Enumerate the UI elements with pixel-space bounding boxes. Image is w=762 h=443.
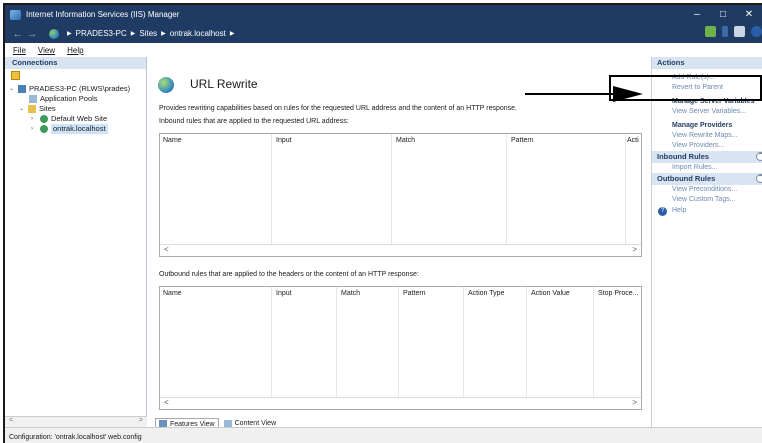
menu-help[interactable]: Help (67, 46, 83, 55)
help-icon[interactable] (751, 26, 762, 37)
actions-panel: Actions Add Rule(s)... Revert to Parent … (651, 57, 762, 427)
outbound-grid-header: Name Input Match Pattern Action Type Act… (160, 287, 641, 301)
breadcrumb-site[interactable]: ontrak.localhost (170, 29, 226, 38)
column-header[interactable]: Name (163, 290, 182, 297)
column-header[interactable]: Input (276, 137, 292, 144)
outbound-rules-label: Outbound rules that are applied to the h… (159, 271, 419, 278)
inbound-hscroll[interactable]: < > (160, 244, 641, 256)
server-icon (18, 85, 26, 93)
tree-label-ontrak: ontrak.localhost (51, 124, 108, 134)
scroll-right-icon[interactable]: > (632, 398, 637, 407)
page-description: Provides rewriting capabilities based on… (159, 105, 517, 112)
iis-manager-window: Internet Information Services (IIS) Mana… (3, 3, 762, 443)
page-title: URL Rewrite (190, 77, 258, 91)
menu-file[interactable]: File (13, 46, 26, 55)
window-title: Internet Information Services (IIS) Mana… (26, 10, 180, 19)
inbound-rules-grid[interactable]: Name Input Match Pattern Acti < > (159, 133, 642, 257)
refresh-icon[interactable] (705, 26, 716, 37)
column-header[interactable]: Match (396, 137, 415, 144)
chevron-down-icon[interactable]: ⌄ (9, 84, 14, 94)
chevron-right-icon: ▶ (67, 31, 72, 37)
app-pool-icon (29, 95, 37, 103)
stop-icon[interactable] (722, 26, 728, 37)
annotation-highlight-box (609, 75, 762, 101)
scroll-right-icon[interactable]: > (139, 417, 143, 424)
chevron-right-icon[interactable]: › (31, 124, 33, 134)
breadcrumb-sites[interactable]: Sites (139, 29, 157, 38)
manage-providers-title: Manage Providers (672, 122, 733, 129)
home-icon[interactable] (734, 26, 745, 37)
menu-view[interactable]: View (38, 46, 55, 55)
globe-icon (49, 28, 59, 39)
tree-item-sites[interactable]: ⌄ Sites (5, 104, 146, 114)
maximize-button[interactable]: □ (710, 5, 736, 24)
tree-label-server: PRADES3-PC (RLWS\prades) (29, 84, 131, 93)
column-header[interactable]: Match (341, 290, 360, 297)
folder-icon (28, 105, 36, 113)
import-rules-link[interactable]: Import Rules... (652, 163, 762, 173)
main-panel: URL Rewrite Provides rewriting capabilit… (148, 57, 649, 429)
url-rewrite-icon (158, 77, 174, 93)
back-button[interactable]: ← (11, 28, 25, 40)
tree-label-app-pools: Application Pools (40, 94, 98, 103)
scroll-right-icon[interactable]: > (632, 245, 637, 254)
connections-hscroll[interactable]: < > (5, 416, 147, 427)
address-bar: ← → ▶ PRADES3-PC ▶ Sites ▶ ontrak.localh… (5, 24, 762, 43)
column-header[interactable]: Action Type (468, 290, 504, 297)
breadcrumb[interactable]: ▶ PRADES3-PC ▶ Sites ▶ ontrak.localhost … (45, 26, 695, 41)
menu-bar: File View Help (5, 43, 762, 57)
tree-label-sites: Sites (39, 104, 56, 113)
tree-label-default-site: Default Web Site (51, 114, 108, 123)
tree-item-ontrak[interactable]: › ontrak.localhost (5, 124, 146, 134)
column-header[interactable]: Name (163, 137, 182, 144)
inbound-rules-header[interactable]: Inbound Rules ⌃ (652, 151, 762, 163)
outbound-hscroll[interactable]: < > (160, 397, 641, 409)
status-bar: Configuration: 'ontrak.localhost' web.co… (5, 427, 762, 443)
connect-icon[interactable] (11, 71, 20, 80)
scroll-left-icon[interactable]: < (164, 398, 169, 407)
view-providers-link[interactable]: View Providers... (652, 141, 762, 151)
column-header[interactable]: Acti (627, 137, 639, 144)
chevron-right-icon[interactable]: › (31, 114, 33, 124)
website-icon (40, 115, 48, 123)
collapse-icon[interactable]: ⌃ (756, 174, 762, 183)
column-header[interactable]: Pattern (403, 290, 426, 297)
scroll-left-icon[interactable]: < (9, 417, 13, 424)
chevron-down-icon[interactable]: ⌄ (19, 104, 24, 114)
inbound-grid-header: Name Input Match Pattern Acti (160, 134, 641, 148)
column-header[interactable]: Stop Proce... (598, 290, 638, 297)
column-header[interactable]: Action Value (531, 290, 570, 297)
view-custom-tags-link[interactable]: View Custom Tags... (652, 195, 762, 205)
breadcrumb-server[interactable]: PRADES3-PC (76, 29, 127, 38)
column-header[interactable]: Input (276, 290, 292, 297)
connections-toolbar (5, 69, 146, 84)
tree-item-default-site[interactable]: › Default Web Site (5, 114, 146, 124)
chevron-right-icon: ▶ (161, 31, 166, 37)
chevron-right-icon: ▶ (229, 31, 235, 37)
outbound-rules-grid[interactable]: Name Input Match Pattern Action Type Act… (159, 286, 642, 410)
forward-button[interactable]: → (25, 28, 39, 40)
iis-app-icon (10, 9, 21, 20)
website-icon (40, 125, 48, 133)
inbound-rules-label: Inbound rules that are applied to the re… (159, 118, 349, 125)
tree-item-app-pools[interactable]: Application Pools (5, 94, 146, 104)
chevron-right-icon: ▶ (130, 31, 136, 37)
connections-panel: Connections ⌄ PRADES3-PC (RLWS\prades) A… (5, 57, 147, 427)
scroll-left-icon[interactable]: < (164, 245, 169, 254)
actions-header: Actions (652, 57, 762, 69)
minimize-button[interactable]: – (684, 5, 710, 24)
outbound-rules-header[interactable]: Outbound Rules ⌃ (652, 173, 762, 185)
view-server-variables-link[interactable]: View Server Variables... (652, 107, 762, 117)
view-rewrite-maps-link[interactable]: View Rewrite Maps... (652, 131, 762, 141)
collapse-icon[interactable]: ⌃ (756, 152, 762, 161)
help-link[interactable]: ? Help (652, 205, 762, 217)
close-button[interactable]: ✕ (736, 5, 762, 24)
title-bar: Internet Information Services (IIS) Mana… (5, 5, 762, 24)
tree-item-server[interactable]: ⌄ PRADES3-PC (RLWS\prades) (5, 84, 146, 94)
column-header[interactable]: Pattern (511, 137, 534, 144)
connections-header: Connections (5, 57, 146, 69)
view-preconditions-link[interactable]: View Preconditions... (652, 185, 762, 195)
help-icon: ? (658, 206, 667, 216)
